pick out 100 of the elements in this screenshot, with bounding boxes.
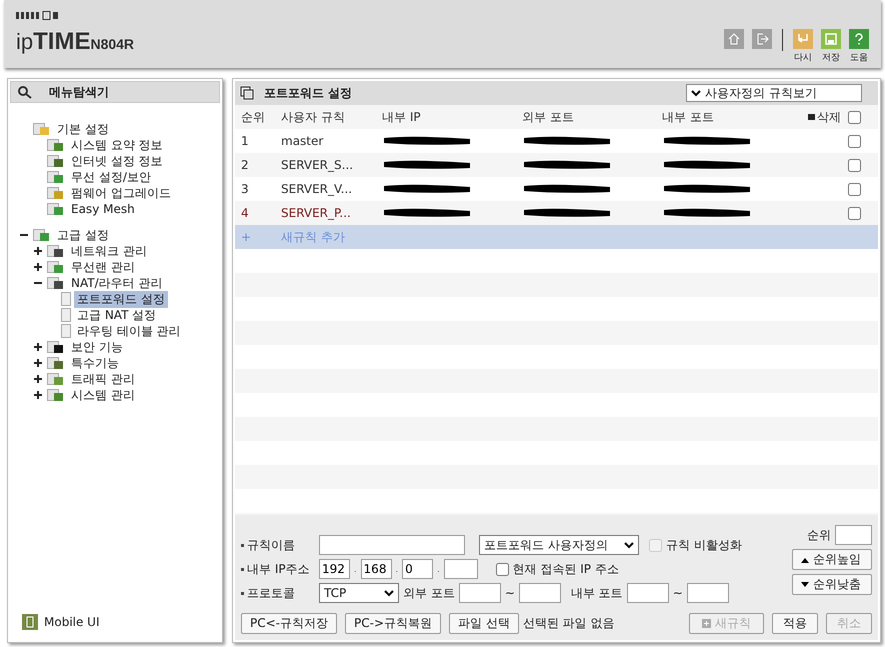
field-label: 외부 포트	[403, 584, 455, 602]
menu-item[interactable]: 기본 설정	[54, 120, 112, 138]
chevron-down-icon	[624, 541, 634, 549]
collapse-icon[interactable]	[34, 279, 42, 287]
file-button[interactable]: PC<-규칙저장	[241, 613, 337, 634]
page-icon	[61, 324, 71, 338]
expand-icon[interactable]	[34, 343, 42, 351]
column-header: 내부 IP	[382, 108, 422, 126]
menu-item[interactable]: 시스템 요약 정보	[68, 136, 166, 154]
field-label: 내부 IP주소	[241, 560, 315, 578]
file-status: 선택된 파일 없음	[522, 615, 614, 632]
file-button[interactable]: 파일 선택	[449, 613, 519, 634]
action-label: 다시	[794, 52, 812, 64]
field-label: 프로토콜	[241, 584, 315, 602]
file-button[interactable]: PC->규칙복원	[345, 613, 441, 634]
port-field[interactable]	[518, 583, 561, 603]
row-checkbox[interactable]	[848, 182, 861, 196]
menu-item[interactable]: 고급 설정	[54, 226, 112, 244]
dots-logo-icon	[16, 11, 58, 20]
help-icon[interactable]	[849, 29, 869, 49]
menu-item[interactable]: 인터넷 설정 정보	[68, 152, 166, 170]
rule-name-field[interactable]	[319, 535, 465, 555]
action-button[interactable]: 적용	[772, 613, 818, 634]
model-name: N804R	[90, 36, 134, 52]
table-cell-text: 4	[241, 206, 250, 220]
plus-icon	[702, 619, 711, 628]
phone-icon[interactable]	[22, 614, 38, 630]
minus-icon	[808, 114, 815, 120]
menu-item[interactable]: 펌웨어 업그레이드	[68, 184, 174, 202]
port-field[interactable]	[626, 583, 669, 603]
expand-icon[interactable]	[34, 359, 42, 367]
expand-icon[interactable]	[34, 375, 42, 383]
mobile-ui-link[interactable]: Mobile UI	[44, 615, 100, 629]
menu-item[interactable]: 트래픽 관리	[68, 370, 138, 388]
table-cell-text: SERVER_P...	[281, 206, 352, 220]
port-field[interactable]	[686, 583, 729, 603]
ip-octet-field[interactable]: 192	[319, 559, 350, 579]
triangle-down-icon	[801, 582, 809, 588]
logout-icon[interactable]	[752, 29, 772, 49]
search-icon	[17, 85, 33, 99]
field-label: 내부 포트	[570, 584, 623, 602]
checkbox-label: 현재 접속된 IP 주소	[512, 560, 619, 578]
chevron-down-icon	[384, 589, 394, 597]
menu-item[interactable]: 고급 NAT 설정	[74, 306, 160, 324]
column-header: 삭제	[817, 108, 841, 126]
table-cell-text: SERVER_V...	[281, 182, 354, 196]
row-checkbox[interactable]	[848, 206, 861, 220]
current-ip-checkbox[interactable]	[496, 562, 509, 576]
column-header: 사용자 규칙	[281, 108, 346, 126]
rank-down-button[interactable]: 순위낮춤	[792, 574, 872, 595]
brand-logo: ipTIME	[16, 28, 90, 56]
ip-separator: .	[354, 564, 357, 574]
page-icon	[61, 292, 71, 306]
page-icon	[61, 308, 71, 322]
expand-icon[interactable]	[34, 247, 42, 255]
checkbox-label: 규칙 비활성화	[666, 536, 742, 554]
panel-title: 포트포워드 설정	[264, 84, 352, 102]
chevron-down-icon	[691, 89, 701, 97]
protocol-select[interactable]: TCP	[319, 583, 399, 603]
action-label: 도움	[850, 52, 868, 64]
rank-up-button[interactable]: 순위높임	[792, 549, 872, 570]
port-field[interactable]	[458, 583, 501, 603]
column-header: 내부 포트	[662, 108, 715, 126]
menu-item[interactable]: Easy Mesh	[68, 202, 138, 216]
range-separator: ~	[504, 586, 515, 600]
menu-item[interactable]: 무선랜 관리	[68, 258, 138, 276]
menu-item[interactable]: 보안 기능	[68, 338, 126, 356]
menu-item[interactable]: 시스템 관리	[68, 386, 138, 404]
table-cell-text: 2	[241, 158, 250, 172]
collapse-icon[interactable]	[20, 231, 28, 239]
range-separator: ~	[672, 586, 683, 600]
row-checkbox[interactable]	[848, 158, 861, 172]
row-checkbox[interactable]	[848, 134, 861, 148]
ip-octet-field[interactable]	[444, 559, 478, 579]
ip-octet-field[interactable]: 168	[360, 559, 392, 579]
menu-item[interactable]: 라우팅 테이블 관리	[74, 322, 184, 340]
ip-octet-field[interactable]: 0	[402, 559, 434, 579]
table-cell-text: master	[281, 134, 324, 148]
table-cell-text: 3	[241, 182, 250, 196]
menu-title: 메뉴탐색기	[49, 84, 109, 100]
table-cell-text: SERVER_S...	[281, 158, 354, 172]
menu-item[interactable]: 무선 설정/보안	[68, 168, 154, 186]
menu-item[interactable]: 특수기능	[68, 354, 122, 372]
column-header: 외부 포트	[522, 108, 575, 126]
view-select[interactable]: 사용자정의 규칙보기	[686, 84, 862, 102]
triangle-up-icon	[801, 556, 809, 562]
ip-separator: .	[437, 564, 440, 574]
menu-item[interactable]: 네트워크 관리	[68, 242, 150, 260]
menu-item[interactable]: 포트포워드 설정	[74, 290, 168, 308]
home-icon[interactable]	[724, 29, 744, 49]
rank-field[interactable]	[835, 525, 872, 545]
expand-icon[interactable]	[34, 263, 42, 271]
expand-icon[interactable]	[34, 391, 42, 399]
menu-item[interactable]: NAT/라우터 관리	[68, 274, 166, 292]
select-all-checkbox[interactable]	[848, 110, 861, 124]
preset-select[interactable]: 포트포워드 사용자정의	[479, 535, 639, 555]
field-label: 순위	[807, 526, 831, 544]
window-icon	[240, 86, 254, 100]
table-cell-text: 1	[241, 134, 250, 148]
action-label: 저장	[822, 52, 840, 64]
